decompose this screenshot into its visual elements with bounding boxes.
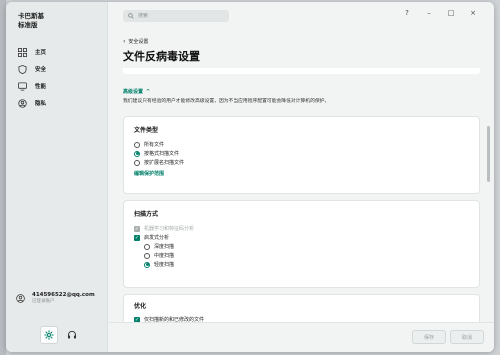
- heuristic-analysis-option[interactable]: ✓ 启发式分析: [134, 233, 469, 242]
- optimization-title: 优化: [134, 303, 147, 310]
- level-option-light[interactable]: 轻度扫描: [144, 260, 469, 269]
- level-option-medium[interactable]: 中度扫描: [144, 251, 469, 260]
- save-button[interactable]: 保存: [412, 330, 446, 344]
- file-types-title: 文件类型: [134, 127, 159, 134]
- checkbox-checked[interactable]: ✓: [134, 234, 140, 241]
- heuristic-levels: 深度扫描 中度扫描 轻度扫描: [134, 242, 469, 269]
- user-icon: [16, 294, 25, 303]
- previous-card: [123, 68, 480, 74]
- scan-method-card: 扫描方式 ✓ 机器学习和特征码分析 ✓ 启发式分析 深度扫描 中度扫描 轻度扫描: [123, 200, 480, 288]
- radio-button-selected[interactable]: [144, 261, 150, 268]
- option-label: 中度扫描: [154, 253, 175, 259]
- advanced-settings-description: 我们建议只有经验的用户才能修改高级设置，因为不当应用程序配置可能会降低对计算机的…: [123, 99, 330, 104]
- sidebar-item-home[interactable]: 主页: [12, 44, 102, 60]
- shield-icon: [18, 64, 27, 74]
- file-type-option-extension[interactable]: 按扩展名扫描文件: [134, 158, 469, 167]
- file-type-option-all[interactable]: 所有文件: [134, 140, 469, 149]
- option-label: 机器学习和特征码分析: [144, 226, 195, 232]
- back-link[interactable]: ‹ 安全设置: [123, 38, 148, 45]
- chevron-up-icon: ^: [146, 88, 151, 95]
- privacy-icon: [18, 98, 27, 108]
- back-link-label: 安全设置: [128, 39, 149, 45]
- minimize-button[interactable]: –: [418, 9, 440, 17]
- topbar: ? – □ ×: [109, 2, 494, 28]
- radio-button[interactable]: [144, 252, 150, 259]
- radio-button-selected[interactable]: [134, 150, 140, 157]
- app-window: 卡巴斯基 标准版 主页 安全 性能 隐私 414596522@qq.com 已登…: [6, 2, 494, 352]
- sidebar-item-label: 安全: [35, 67, 47, 73]
- option-label: 按格式扫描文件: [144, 151, 180, 157]
- account-status: 已登录账户: [32, 299, 55, 304]
- cancel-button[interactable]: 取消: [450, 330, 484, 344]
- bottom-toolbar: [40, 326, 77, 344]
- brand-edition: 标准版: [18, 21, 38, 29]
- grid-icon: [18, 47, 27, 57]
- monitor-icon: [18, 81, 27, 91]
- brand-name: 卡巴斯基: [18, 12, 44, 20]
- support-button[interactable]: [66, 330, 77, 341]
- option-label: 启发式分析: [144, 235, 170, 241]
- option-label: 深度扫描: [154, 244, 175, 250]
- sidebar-item-performance[interactable]: 性能: [12, 78, 102, 94]
- sidebar-item-security[interactable]: 安全: [12, 61, 102, 77]
- checkbox-disabled: ✓: [134, 225, 140, 232]
- chevron-left-icon: ‹: [123, 38, 126, 45]
- sidebar-nav: 主页 安全 性能 隐私: [12, 44, 102, 112]
- advanced-settings-toggle[interactable]: 高级设置 ^: [123, 88, 151, 96]
- option-label: 轻度扫描: [154, 262, 175, 268]
- scan-method-title: 扫描方式: [134, 211, 159, 218]
- headset-icon: [67, 330, 76, 339]
- file-type-option-format[interactable]: 按格式扫描文件: [134, 149, 469, 158]
- search-icon: [128, 13, 134, 19]
- window-controls: ? – □ ×: [396, 9, 484, 17]
- account[interactable]: 414596522@qq.com 已登录账户: [16, 292, 95, 305]
- page-title: 文件反病毒设置: [123, 50, 200, 63]
- radio-button[interactable]: [134, 141, 140, 148]
- scrollbar-thumb[interactable]: [487, 126, 490, 182]
- search-input[interactable]: [138, 13, 228, 19]
- search-box[interactable]: [123, 10, 229, 22]
- edit-protection-scope-link[interactable]: 编辑保护范围: [134, 170, 469, 177]
- sidebar-item-label: 性能: [35, 84, 47, 90]
- sidebar: 卡巴斯基 标准版 主页 安全 性能 隐私 414596522@qq.com 已登…: [6, 2, 108, 352]
- brand: 卡巴斯基 标准版: [18, 12, 44, 30]
- radio-button[interactable]: [134, 159, 140, 166]
- level-option-deep[interactable]: 深度扫描: [144, 242, 469, 251]
- option-label: 所有文件: [144, 142, 165, 148]
- sidebar-item-label: 隐私: [35, 101, 47, 107]
- sidebar-item-privacy[interactable]: 隐私: [12, 95, 102, 111]
- option-label: 按扩展名扫描文件: [144, 160, 185, 166]
- radio-button[interactable]: [144, 243, 150, 250]
- gear-icon: [44, 330, 54, 340]
- maximize-button[interactable]: □: [440, 9, 462, 17]
- ml-analysis-option: ✓ 机器学习和特征码分析: [134, 224, 469, 233]
- file-types-card: 文件类型 所有文件 按格式扫描文件 按扩展名扫描文件 编辑保护范围: [123, 116, 480, 194]
- account-email: 414596522@qq.com: [32, 292, 95, 298]
- footer-bar: 保存 取消: [109, 322, 494, 352]
- advanced-settings-label: 高级设置: [123, 89, 144, 95]
- help-button[interactable]: ?: [396, 9, 418, 17]
- close-button[interactable]: ×: [462, 9, 484, 17]
- sidebar-item-label: 主页: [35, 50, 47, 56]
- settings-button[interactable]: [40, 326, 58, 344]
- main-panel: ? – □ × ‹ 安全设置 文件反病毒设置 高级设置 ^ 我们建议只有经验的用…: [109, 2, 494, 352]
